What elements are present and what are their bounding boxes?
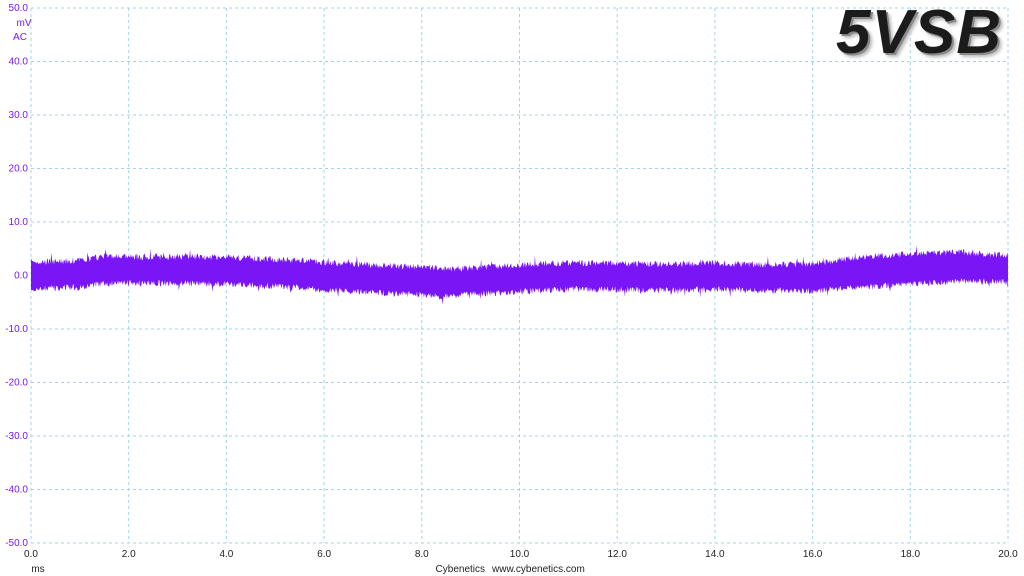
y-axis-ticks: 50.0 40.0 30.0 20.0 10.0 0.0 -10.0 -20.0 -30.0 -4… [5,3,28,549]
x-tick-label: 10.0 [510,549,530,560]
x-tick-label: 8.0 [415,549,429,560]
x-tick-label: 2.0 [122,549,136,560]
x-tick-label: 20.0 [998,549,1018,560]
chart-title: 5VSB [836,0,1002,67]
x-tick-label: 14.0 [705,549,725,560]
x-tick-label: 18.0 [901,549,921,560]
y-tick-label: 50.0 [9,3,29,14]
y-tick-label: 30.0 [9,110,29,121]
footer-brand: Cybenetics [436,564,485,575]
x-tick-label: 6.0 [317,549,331,560]
y-tick-label: -20.0 [5,378,28,389]
x-tick-label: 0.0 [24,549,38,560]
y-tick-label: 40.0 [9,57,29,68]
y-tick-label: -10.0 [5,324,28,335]
y-tick-label: -40.0 [5,485,28,496]
y-tick-label: -30.0 [5,431,28,442]
y-tick-label: 10.0 [9,217,29,228]
footer-url: www.cybenetics.com [491,564,585,575]
x-tick-label: 16.0 [803,549,823,560]
y-tick-label: -50.0 [5,538,28,549]
x-tick-label: 4.0 [219,549,233,560]
x-axis-ticks: 0.0 2.0 4.0 6.0 8.0 10.0 12.0 14.0 16.0 18.0 20.0 [24,549,1018,560]
y-tick-label: 20.0 [9,164,29,175]
y-axis-unit: mV [17,18,32,29]
y-axis-coupling: AC [13,32,27,43]
oscilloscope-chart: 50.0 40.0 30.0 20.0 10.0 0.0 -10.0 -20.0 -30.0 -4… [5,3,1018,575]
x-tick-label: 12.0 [607,549,627,560]
x-axis-unit: ms [31,564,44,575]
y-tick-label: 0.0 [14,271,28,282]
